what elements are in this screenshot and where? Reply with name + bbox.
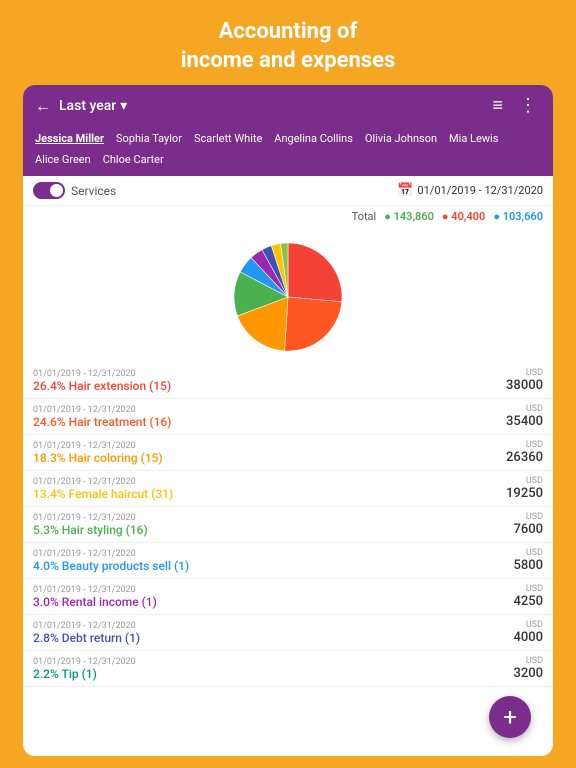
list-item[interactable]: 01/01/2019 - 12/31/2020 4.0% Beauty prod… — [23, 543, 553, 579]
list-item[interactable]: 01/01/2019 - 12/31/2020 24.6% Hair treat… — [23, 399, 553, 435]
total-label: Total — [352, 210, 377, 223]
item-amount: 35400 — [506, 414, 543, 429]
item-name: 13.4% Female haircut (31) — [33, 487, 173, 501]
chart-area — [23, 227, 553, 363]
user-tab[interactable]: Alice Green — [31, 151, 95, 168]
user-tab[interactable]: Jessica Miller — [31, 130, 108, 147]
pie-chart — [228, 237, 348, 357]
toolbar: ← Last year ▾ ≡ ⋮ — [23, 85, 553, 126]
user-tab[interactable]: Sophia Taylor — [112, 130, 186, 147]
item-currency: USD — [526, 656, 543, 666]
list-item[interactable]: 01/01/2019 - 12/31/2020 2.8% Debt return… — [23, 615, 553, 651]
user-tab[interactable]: Scarlett White — [190, 130, 266, 147]
item-date: 01/01/2019 - 12/31/2020 — [33, 441, 163, 451]
item-date: 01/01/2019 - 12/31/2020 — [33, 369, 171, 379]
menu-button[interactable]: ≡ — [488, 93, 507, 118]
calendar-icon: 📅 — [397, 183, 413, 198]
dropdown-icon: ▾ — [120, 98, 127, 114]
item-name: 26.4% Hair extension (15) — [33, 379, 171, 393]
user-tabs: Jessica MillerSophia TaylorScarlett Whit… — [23, 126, 553, 176]
item-date: 01/01/2019 - 12/31/2020 — [33, 477, 173, 487]
app-title-line2: income and expenses — [181, 48, 396, 73]
item-amount: 4000 — [513, 630, 543, 645]
list-item[interactable]: 01/01/2019 - 12/31/2020 5.3% Hair stylin… — [23, 507, 553, 543]
date-range-text: 01/01/2019 - 12/31/2020 — [417, 184, 543, 197]
user-tab[interactable]: Mia Lewis — [445, 130, 502, 147]
user-tab[interactable]: Chloe Carter — [99, 151, 168, 168]
fab-icon: + — [503, 703, 517, 731]
list-item[interactable]: 01/01/2019 - 12/31/2020 3.0% Rental inco… — [23, 579, 553, 615]
total-blue: ● 103,660 — [493, 210, 543, 223]
item-amount: 3200 — [513, 666, 543, 681]
list-item[interactable]: 01/01/2019 - 12/31/2020 26.4% Hair exten… — [23, 363, 553, 399]
filter-bar: Services 📅 01/01/2019 - 12/31/2020 — [23, 176, 553, 205]
item-currency: USD — [526, 368, 543, 378]
item-date: 01/01/2019 - 12/31/2020 — [33, 621, 140, 631]
total-red: ● 40,400 — [442, 210, 485, 223]
user-tab[interactable]: Angelina Collins — [270, 130, 357, 147]
item-date: 01/01/2019 - 12/31/2020 — [33, 549, 189, 559]
list-item[interactable]: 01/01/2019 - 12/31/2020 13.4% Female hai… — [23, 471, 553, 507]
app-header: Accounting of income and expenses — [0, 0, 576, 85]
services-label: Services — [71, 184, 116, 198]
app-title-line1: Accounting of — [219, 19, 358, 44]
item-name: 24.6% Hair treatment (16) — [33, 415, 171, 429]
item-date: 01/01/2019 - 12/31/2020 — [33, 513, 148, 523]
item-name: 2.2% Tip (1) — [33, 667, 136, 681]
item-name: 5.3% Hair styling (16) — [33, 523, 148, 537]
item-name: 2.8% Debt return (1) — [33, 631, 140, 645]
item-currency: USD — [526, 404, 543, 414]
item-name: 4.0% Beauty products sell (1) — [33, 559, 189, 573]
more-icon: ⋮ — [519, 95, 537, 116]
user-tab[interactable]: Olivia Johnson — [361, 130, 441, 147]
item-currency: USD — [526, 512, 543, 522]
item-date: 01/01/2019 - 12/31/2020 — [33, 405, 171, 415]
back-button[interactable]: ← — [35, 96, 51, 116]
services-toggle[interactable] — [33, 182, 65, 199]
item-date: 01/01/2019 - 12/31/2020 — [33, 585, 157, 595]
item-amount: 26360 — [506, 450, 543, 465]
period-label: Last year — [59, 98, 116, 114]
item-currency: USD — [526, 440, 543, 450]
fab-button[interactable]: + — [489, 696, 531, 738]
item-currency: USD — [526, 584, 543, 594]
more-button[interactable]: ⋮ — [515, 93, 541, 118]
item-amount: 38000 — [506, 378, 543, 393]
menu-icon: ≡ — [492, 95, 503, 116]
total-green: ● 143,860 — [384, 210, 434, 223]
item-currency: USD — [526, 548, 543, 558]
item-currency: USD — [526, 476, 543, 486]
period-selector[interactable]: Last year ▾ — [59, 98, 127, 114]
items-list: 01/01/2019 - 12/31/2020 26.4% Hair exten… — [23, 363, 553, 756]
item-amount: 19250 — [506, 486, 543, 501]
item-currency: USD — [526, 620, 543, 630]
back-icon: ← — [35, 96, 51, 116]
list-item[interactable]: 01/01/2019 - 12/31/2020 18.3% Hair color… — [23, 435, 553, 471]
item-name: 3.0% Rental income (1) — [33, 595, 157, 609]
item-date: 01/01/2019 - 12/31/2020 — [33, 657, 136, 667]
item-name: 18.3% Hair coloring (15) — [33, 451, 163, 465]
item-amount: 7600 — [513, 522, 543, 537]
main-card: ← Last year ▾ ≡ ⋮ Jessica MillerSophia T… — [23, 85, 553, 756]
totals-bar: Total ● 143,860 ● 40,400 ● 103,660 — [23, 205, 553, 227]
item-amount: 5800 — [513, 558, 543, 573]
list-item[interactable]: 01/01/2019 - 12/31/2020 2.2% Tip (1) USD… — [23, 651, 553, 687]
date-range[interactable]: 📅 01/01/2019 - 12/31/2020 — [397, 183, 543, 198]
item-amount: 4250 — [513, 594, 543, 609]
